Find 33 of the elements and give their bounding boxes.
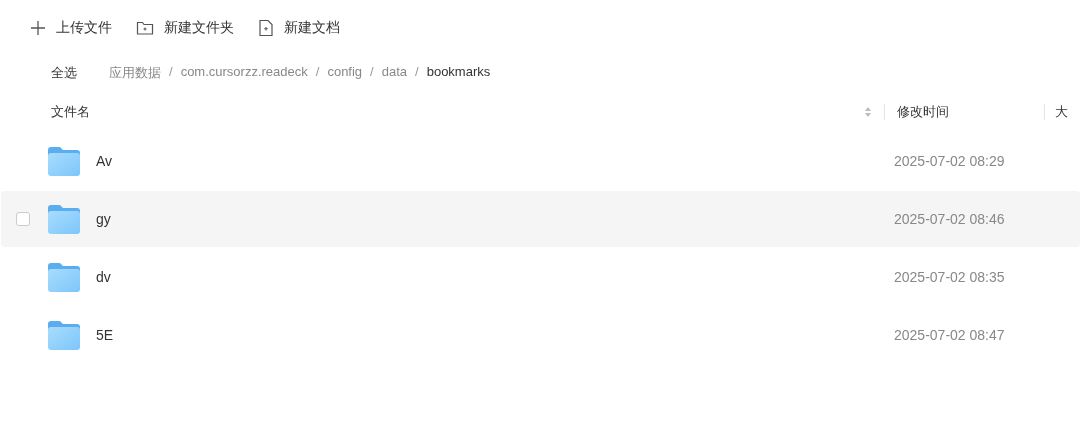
breadcrumb-item[interactable]: com.cursorzz.readeck [180, 64, 308, 82]
breadcrumb-separator: / [315, 64, 320, 81]
plus-icon [30, 20, 46, 36]
column-header[interactable]: 修改时间 [885, 103, 1044, 121]
folder-icon [48, 204, 80, 234]
breadcrumb-separator: / [169, 64, 173, 81]
modified-time: 2025-07-02 08:29 [894, 153, 1005, 169]
modified-time: 2025-07-02 08:47 [894, 327, 1005, 343]
file-name[interactable]: 5E [96, 327, 894, 343]
toolbar-button[interactable]: 新建文档 [258, 19, 340, 37]
breadcrumb-item[interactable]: data [381, 64, 408, 82]
folder-icon [48, 262, 80, 292]
breadcrumb-separator: / [370, 64, 374, 81]
column-header[interactable]: 文件名 [51, 103, 864, 121]
breadcrumb-separator: / [415, 64, 419, 81]
modified-time: 2025-07-02 08:35 [894, 269, 1005, 285]
folder-icon [48, 146, 80, 176]
sort-icon[interactable] [864, 106, 872, 118]
column-header[interactable]: 大 [1045, 103, 1068, 121]
file-name[interactable]: gy [96, 211, 894, 227]
new-document-icon [258, 19, 274, 37]
new-folder-icon [136, 20, 154, 36]
toolbar-button[interactable]: 新建文件夹 [136, 19, 234, 37]
toolbar-button[interactable]: 上传文件 [30, 19, 112, 37]
modified-time: 2025-07-02 08:46 [894, 211, 1005, 227]
folder-icon [48, 320, 80, 350]
breadcrumb-item[interactable]: config [327, 64, 363, 82]
file-name[interactable]: Av [96, 153, 894, 169]
breadcrumb-item[interactable]: 应用数据 [109, 64, 161, 82]
select-all-button[interactable]: 全选 [51, 64, 77, 82]
breadcrumb-item[interactable]: bookmarks [426, 64, 491, 82]
file-name[interactable]: dv [96, 269, 894, 285]
row-checkbox[interactable] [16, 212, 30, 226]
